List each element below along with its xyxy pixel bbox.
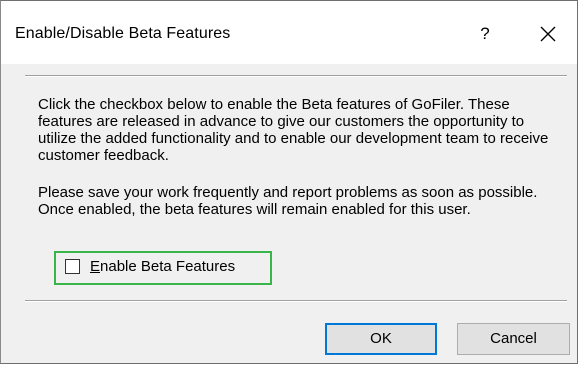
top-separator — [25, 75, 567, 77]
dialog-title: Enable/Disable Beta Features — [15, 25, 231, 42]
mnemonic-letter: E — [90, 258, 101, 275]
description-text: Click the checkbox below to enable the B… — [38, 96, 549, 164]
warning-text: Please save your work frequently and rep… — [38, 184, 538, 218]
close-button[interactable] — [533, 19, 563, 49]
enable-beta-label[interactable]: Enable Beta Features — [90, 258, 235, 275]
ok-button[interactable]: OK — [325, 323, 437, 355]
label-text: nable Beta Features — [100, 258, 236, 275]
beta-features-dialog: Enable/Disable Beta Features ? Click the… — [0, 0, 578, 364]
help-button[interactable]: ? — [470, 19, 500, 49]
title-bar: Enable/Disable Beta Features ? — [1, 1, 577, 64]
close-icon — [540, 26, 556, 42]
bottom-separator — [25, 300, 567, 302]
cancel-button[interactable]: Cancel — [457, 323, 570, 355]
enable-beta-checkbox[interactable] — [65, 259, 80, 274]
